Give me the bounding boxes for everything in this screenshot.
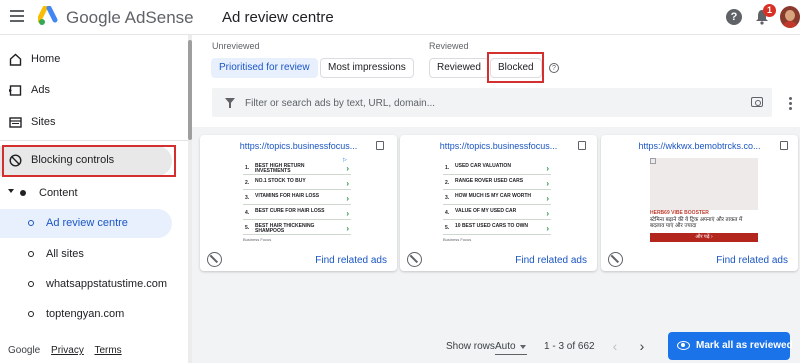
home-icon — [9, 53, 22, 66]
ad-preview[interactable]: HERB69 VIBE BOOSTER स्टेमिना बढ़ाने की य… — [650, 158, 758, 243]
ads-icon — [9, 85, 22, 96]
ad-headline: स्टेमिना बढ़ाने की ये ट्रिक अपनाएं और ता… — [650, 217, 743, 229]
brand-name: Google AdSense — [66, 8, 194, 27]
camera-icon[interactable] — [751, 97, 763, 107]
ad-card[interactable]: https://topics.businessfocus... ▷ 1. BEST… — [200, 135, 397, 271]
ad-tag: HERB69 VIBE BOOSTER — [650, 210, 709, 216]
sidebar-item-label: Ads — [31, 84, 50, 96]
sidebar-subitem-site[interactable]: toptengyan.com — [0, 300, 172, 329]
help-circle-icon[interactable]: ? — [549, 63, 559, 73]
copy-icon[interactable] — [376, 141, 384, 150]
top-bar: Google AdSense Ad review centre ? 1 — [0, 0, 800, 35]
unreviewed-label: Unreviewed — [212, 41, 260, 51]
copy-icon[interactable] — [578, 141, 586, 150]
find-related-ads-link[interactable]: Find related ads — [515, 255, 587, 266]
show-rows-label: Show rows — [446, 341, 495, 352]
divider — [0, 140, 188, 141]
sidebar-subitem-all-sites[interactable]: All sites — [0, 240, 172, 269]
broken-image-icon — [650, 158, 656, 164]
block-ad-icon[interactable] — [407, 252, 422, 267]
rows-per-page-select[interactable]: Auto — [495, 339, 527, 355]
sidebar: Home Ads Sites Blocking controls Content… — [0, 35, 188, 363]
sites-icon — [9, 117, 22, 128]
ad-row: 5. BEST HAIR THICKENING SHAMPOOS › — [243, 223, 351, 235]
ad-url-link[interactable]: https://wkkwx.bemobtrcks.co... — [601, 141, 798, 151]
sidebar-section-content[interactable]: Content — [0, 182, 188, 206]
highlight-box-blocking — [2, 145, 176, 177]
filter-input[interactable] — [245, 94, 725, 112]
caret-down-icon[interactable] — [8, 189, 14, 193]
sidebar-item-label: Sites — [31, 116, 56, 128]
ad-row: 4. BEST CURE FOR HAIR LOSS › — [243, 208, 351, 220]
previous-page-button[interactable]: ‹ — [606, 336, 624, 356]
page-range: 1 - 3 of 662 — [544, 341, 595, 352]
tab-reviewed[interactable]: Reviewed — [429, 58, 489, 78]
ad-footer: Business Focus — [443, 237, 472, 242]
ad-url-link[interactable]: https://topics.businessfocus... — [400, 141, 597, 151]
ad-row: 3. VITAMINS FOR HAIR LOSS › — [243, 193, 351, 205]
help-icon[interactable]: ? — [726, 9, 742, 25]
bullet-icon — [20, 190, 26, 196]
sidebar-footer: Google Privacy Terms — [8, 345, 130, 356]
sidebar-item-ads[interactable]: Ads — [0, 76, 188, 106]
ad-preview[interactable]: ▷ 1. BEST HIGH RETURN INVESTMENTS › 2. NO.1… — [243, 157, 351, 244]
block-ad-icon[interactable] — [608, 252, 623, 267]
bullet-ring-icon — [28, 251, 34, 257]
page-title: Ad review centre — [222, 9, 334, 26]
mark-all-as-reviewed-button[interactable]: Mark all as reviewed — [668, 332, 793, 360]
ad-cta-button[interactable]: और पढ़ें › — [650, 233, 758, 242]
filter-bar — [212, 88, 772, 117]
bullet-ring-icon — [28, 220, 34, 226]
sidebar-subitem-label: All sites — [46, 248, 84, 260]
ad-row: 5. 10 BEST USED CARS TO OWN › — [443, 223, 551, 235]
bullet-ring-icon — [28, 281, 34, 287]
next-page-button[interactable]: › — [633, 336, 651, 356]
block-ad-icon[interactable] — [207, 252, 222, 267]
ad-row: 1. USED CAR VALUATION › — [443, 163, 551, 175]
more-vert-icon[interactable] — [789, 97, 792, 110]
tab-most-impressions[interactable]: Most impressions — [320, 58, 414, 78]
eye-icon — [677, 341, 690, 350]
ad-card[interactable]: https://topics.businessfocus... 1. USED C… — [400, 135, 597, 271]
dropdown-arrow-icon — [520, 345, 526, 349]
footer-google: Google — [8, 345, 41, 356]
find-related-ads-link[interactable]: Find related ads — [315, 255, 387, 266]
ad-row: 2. NO.1 STOCK TO BUY › — [243, 178, 351, 190]
sidebar-subitem-site[interactable]: whatsappstatustime.com — [0, 270, 172, 299]
bullet-ring-icon — [28, 311, 34, 317]
ad-footer: Business Focus — [243, 237, 272, 242]
notification-badge: 1 — [763, 4, 776, 17]
privacy-link[interactable]: Privacy — [51, 345, 84, 356]
ad-image — [650, 158, 758, 210]
find-related-ads-link[interactable]: Find related ads — [716, 255, 788, 266]
ad-row: 4. VALUE OF MY USED CAR › — [443, 208, 551, 220]
terms-link[interactable]: Terms — [94, 345, 121, 356]
tab-prioritised-for-review[interactable]: Prioritised for review — [211, 58, 318, 78]
ad-url-link[interactable]: https://topics.businessfocus... — [200, 141, 397, 151]
ad-card[interactable]: https://wkkwx.bemobtrcks.co... HERB69 VI… — [601, 135, 798, 271]
ad-row: 3. HOW MUCH IS MY CAR WORTH › — [443, 193, 551, 205]
sidebar-item-home[interactable]: Home — [0, 45, 188, 75]
ads-grid: https://topics.businessfocus... ▷ 1. BEST… — [192, 127, 800, 363]
highlight-box-blocked — [487, 52, 544, 83]
sidebar-item-sites[interactable]: Sites — [0, 108, 188, 138]
ad-row: 1. BEST HIGH RETURN INVESTMENTS › — [243, 163, 351, 175]
section-label: Content — [39, 187, 78, 199]
main-content: Unreviewed Reviewed Prioritised for revi… — [192, 35, 800, 363]
sidebar-subitem-label: Ad review centre — [46, 217, 128, 229]
pagination-bar: Show rows Auto 1 - 3 of 662 ‹ › Mark all… — [192, 330, 800, 363]
sidebar-subitem-label: whatsappstatustime.com — [46, 278, 168, 290]
reviewed-label: Reviewed — [429, 41, 469, 51]
sidebar-item-label: Home — [31, 53, 61, 65]
copy-icon[interactable] — [780, 141, 788, 150]
ad-row: 2. RANGE ROVER USED CARS › — [443, 178, 551, 190]
menu-icon[interactable] — [10, 10, 24, 22]
sidebar-subitem-ad-review-centre[interactable]: Ad review centre — [0, 209, 172, 238]
sidebar-subitem-label: toptengyan.com — [46, 308, 125, 320]
avatar[interactable] — [780, 6, 800, 28]
ad-preview[interactable]: 1. USED CAR VALUATION › 2. RANGE ROVER USED… — [443, 157, 551, 244]
adsense-logo-icon — [38, 6, 58, 25]
